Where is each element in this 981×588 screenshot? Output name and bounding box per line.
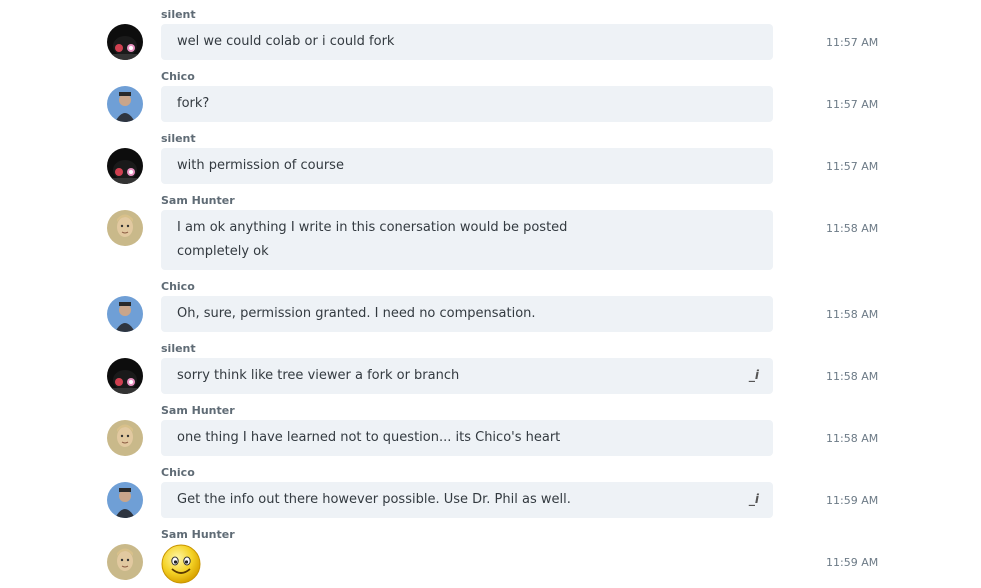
sender-name: Chico xyxy=(161,280,195,293)
message-text: with permission of course xyxy=(177,158,344,173)
message-timestamp: 11:59 AM xyxy=(826,494,879,507)
message-timestamp: 11:57 AM xyxy=(826,98,879,111)
message-timestamp: 11:57 AM xyxy=(826,36,879,49)
message-text: wel we could colab or i could fork xyxy=(177,34,395,49)
avatar-silent[interactable] xyxy=(107,358,143,394)
sender-name: Chico xyxy=(161,466,195,479)
avatar-chico[interactable] xyxy=(107,482,143,518)
message-bubble[interactable]: Oh, sure, permission granted. I need no … xyxy=(161,296,773,332)
avatar-sam-hunter[interactable] xyxy=(107,544,143,580)
avatar-sam-hunter[interactable] xyxy=(107,420,143,456)
sender-name: Sam Hunter xyxy=(161,404,235,417)
message-timestamp: 11:58 AM xyxy=(826,222,879,235)
avatar-chico[interactable] xyxy=(107,86,143,122)
smiley-emoticon-icon[interactable] xyxy=(161,544,201,588)
sender-name: silent xyxy=(161,342,196,355)
avatar-silent[interactable] xyxy=(107,24,143,60)
message-bubble[interactable]: one thing I have learned not to question… xyxy=(161,420,773,456)
message-bubble[interactable]: with permission of course xyxy=(161,148,773,184)
message-timestamp: 11:57 AM xyxy=(826,160,879,173)
message-timestamp: 11:58 AM xyxy=(826,432,879,445)
message-bubble[interactable]: fork? xyxy=(161,86,773,122)
avatar-chico[interactable] xyxy=(107,296,143,332)
message-text: sorry think like tree viewer a fork or b… xyxy=(177,368,460,383)
sender-name: Sam Hunter xyxy=(161,528,235,541)
message-timestamp: 11:59 AM xyxy=(826,556,879,569)
sender-name: silent xyxy=(161,132,196,145)
message-text: Get the info out there however possible.… xyxy=(177,492,571,507)
sender-name: Sam Hunter xyxy=(161,194,235,207)
message-bubble[interactable]: Get the info out there however possible.… xyxy=(161,482,773,518)
message-text: one thing I have learned not to question… xyxy=(177,430,561,445)
message-text: fork? xyxy=(177,96,210,111)
message-text: Oh, sure, permission granted. I need no … xyxy=(177,306,536,321)
message-bubble[interactable]: sorry think like tree viewer a fork or b… xyxy=(161,358,773,394)
message-bubble[interactable]: wel we could colab or i could fork xyxy=(161,24,773,60)
edited-indicator-icon[interactable]: _i xyxy=(749,492,759,506)
message-timestamp: 11:58 AM xyxy=(826,308,879,321)
avatar-sam-hunter[interactable] xyxy=(107,210,143,246)
message-bubble[interactable]: I am ok anything I write in this conersa… xyxy=(161,210,773,270)
message-timestamp: 11:58 AM xyxy=(826,370,879,383)
avatar-silent[interactable] xyxy=(107,148,143,184)
sender-name: Chico xyxy=(161,70,195,83)
sender-name: silent xyxy=(161,8,196,21)
edited-indicator-icon[interactable]: _i xyxy=(749,368,759,382)
message-text: I am ok anything I write in this conersa… xyxy=(177,220,568,235)
message-text: completely ok xyxy=(177,244,269,259)
